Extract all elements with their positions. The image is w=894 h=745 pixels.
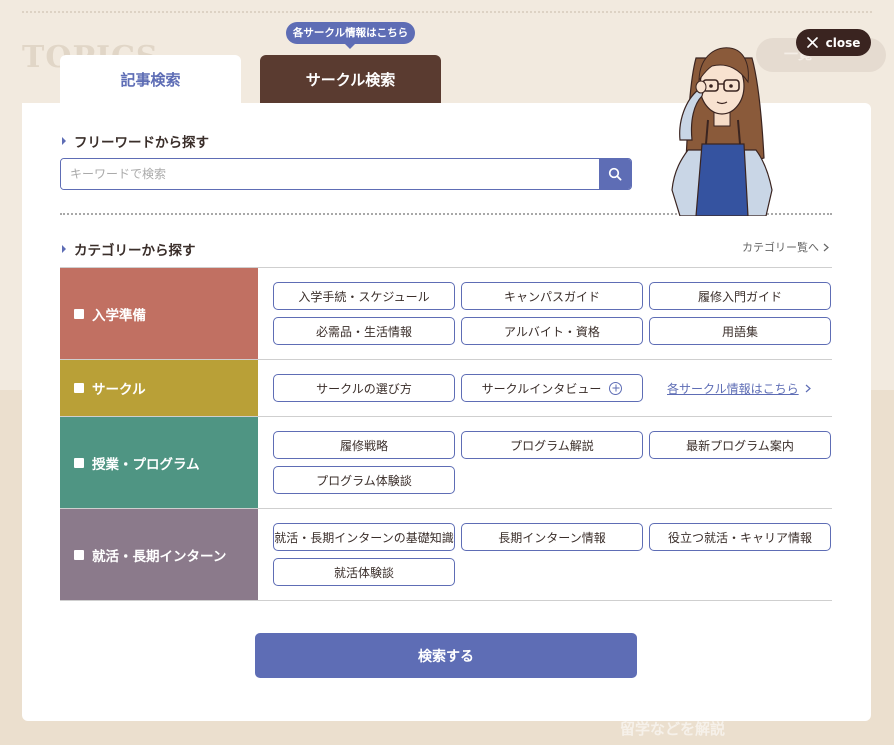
chip-label: サークルインタビュー [481, 381, 602, 396]
freeword-section-title: フリーワードから探す [62, 131, 209, 151]
category-row-admission: 入学準備 入学手続・スケジュール キャンパスガイド 履修入門ガイド 必需品・生活… [60, 268, 832, 360]
chip[interactable]: 用語集 [649, 317, 831, 345]
search-icon [608, 167, 622, 181]
chip[interactable]: 長期インターン情報 [461, 523, 643, 551]
triangle-bullet-icon [62, 245, 66, 253]
category-list-link[interactable]: カテゴリー覧へ [742, 239, 829, 255]
close-icon [806, 37, 818, 48]
category-row-circle: サークル サークルの選び方 サークルインタビュー 各サークル情報はこちら [60, 360, 832, 417]
category-table: 入学準備 入学手続・スケジュール キャンパスガイド 履修入門ガイド 必需品・生活… [60, 267, 832, 601]
triangle-bullet-icon [62, 137, 66, 145]
category-chips: 就活・長期インターンの基礎知識 長期インターン情報 役立つ就活・キャリア情報 就… [258, 509, 832, 600]
freeword-title: フリーワードから探す [74, 135, 209, 151]
checkbox[interactable] [74, 549, 84, 560]
tab-article-search[interactable]: 記事検索 [60, 55, 241, 105]
category-section-title: カテゴリーから探す [62, 239, 196, 259]
chip[interactable]: 就活・長期インターンの基礎知識 [273, 523, 455, 551]
chip[interactable]: プログラム解説 [461, 431, 643, 459]
category-checkbox-classes[interactable]: 授業・プログラム [60, 417, 258, 508]
category-chips: サークルの選び方 サークルインタビュー 各サークル情報はこちら [258, 360, 832, 416]
category-chips: 履修戦略 プログラム解説 最新プログラム案内 プログラム体験談 [258, 417, 832, 508]
plus-circle-icon [609, 381, 623, 395]
circle-info-link[interactable]: 各サークル情報はこちら [649, 374, 811, 402]
chip[interactable]: 必需品・生活情報 [273, 317, 455, 345]
checkbox[interactable] [74, 457, 84, 468]
tab-circle-search[interactable]: サークル検索 [260, 55, 441, 105]
chip[interactable]: 就活体験談 [273, 558, 455, 586]
category-title: カテゴリーから探す [74, 243, 196, 259]
chevron-right-icon [805, 384, 811, 392]
category-label: 就活・長期インターン [92, 548, 227, 565]
category-checkbox-circle[interactable]: サークル [60, 360, 258, 416]
category-label: 入学準備 [92, 307, 146, 324]
search-submit-button[interactable]: 検索する [255, 633, 637, 678]
chip-expandable[interactable]: サークルインタビュー [461, 374, 643, 402]
chip[interactable]: サークルの選び方 [273, 374, 455, 402]
chip[interactable]: 履修戦略 [273, 431, 455, 459]
category-label: 授業・プログラム [92, 456, 200, 473]
chip[interactable]: 入学手続・スケジュール [273, 282, 455, 310]
keyword-search-input[interactable] [61, 159, 599, 189]
close-button[interactable]: close [796, 29, 871, 56]
chevron-right-icon [823, 243, 829, 251]
category-chips: 入学手続・スケジュール キャンパスガイド 履修入門ガイド 必需品・生活情報 アル… [258, 268, 832, 359]
category-label: サークル [92, 382, 146, 398]
chip[interactable]: 履修入門ガイド [649, 282, 831, 310]
chip[interactable]: 役立つ就活・キャリア情報 [649, 523, 831, 551]
checkbox[interactable] [74, 383, 84, 393]
category-row-career: 就活・長期インターン 就活・長期インターンの基礎知識 長期インターン情報 役立つ… [60, 509, 832, 601]
chip[interactable]: アルバイト・資格 [461, 317, 643, 345]
search-button[interactable] [599, 159, 631, 189]
category-checkbox-admission[interactable]: 入学準備 [60, 268, 258, 359]
checkbox[interactable] [74, 308, 84, 319]
chip[interactable]: キャンパスガイド [461, 282, 643, 310]
character-illustration [671, 47, 773, 216]
category-list-link-label: カテゴリー覧へ [742, 241, 819, 254]
category-checkbox-career[interactable]: 就活・長期インターン [60, 509, 258, 600]
category-row-classes: 授業・プログラム 履修戦略 プログラム解説 最新プログラム案内 プログラム体験談 [60, 417, 832, 509]
chip[interactable]: 最新プログラム案内 [649, 431, 831, 459]
circle-info-bubble[interactable]: 各サークル情報はこちら [286, 22, 415, 49]
background-caption: 留学などを解説 [620, 720, 726, 738]
circle-info-link-label: 各サークル情報はこちら [667, 381, 799, 396]
close-label: close [825, 35, 861, 50]
keyword-search-box [60, 158, 632, 190]
background-divider [22, 11, 872, 13]
chip[interactable]: プログラム体験談 [273, 466, 455, 494]
